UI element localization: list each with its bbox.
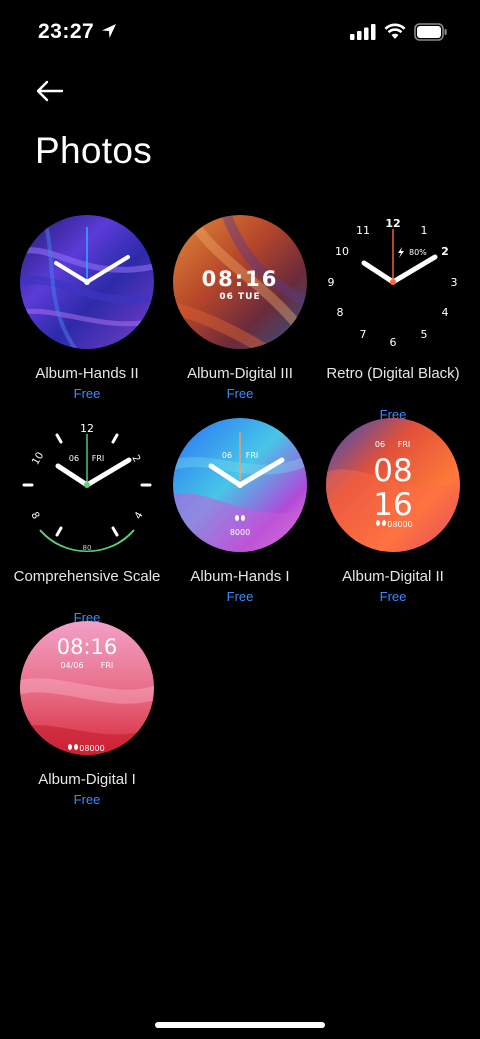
numeral-6: 6	[390, 336, 397, 349]
watch-face-price: Free	[226, 386, 254, 401]
numeral-11: 11	[356, 224, 370, 237]
date-day: 06	[375, 440, 385, 449]
location-arrow-icon	[102, 24, 116, 38]
battery-level: 80%	[409, 248, 427, 257]
numeral-1: 1	[421, 224, 428, 237]
digital-minute: 16	[373, 487, 412, 523]
watch-face-name: Comprehensive Scale	[13, 568, 161, 585]
numeral-9: 9	[328, 276, 335, 289]
steps-count: 8000	[230, 528, 250, 537]
watch-face-price: Free	[226, 589, 254, 604]
digital-hour: 08	[373, 453, 412, 489]
steps-count: 08000	[79, 744, 104, 753]
date-day: 06	[69, 454, 79, 463]
watch-face-name: Album-Digital II	[342, 568, 444, 585]
watch-face-preview: 06 FRI 08 16 08000	[326, 418, 460, 552]
watch-face-preview	[20, 215, 154, 349]
battery-level: 80	[83, 544, 92, 552]
digital-time: 08:16	[57, 635, 118, 659]
numeral-12: 12	[80, 422, 94, 435]
numeral-2: 2	[441, 245, 449, 258]
watch-face-preview: 06 FRI 8000	[173, 418, 307, 552]
watch-face-price: Free	[73, 792, 101, 807]
watch-face-name: Retro (Digital Black)	[326, 365, 460, 382]
watch-face-photos-screen: 23:27 Photos Album-Hands II Free 08:16 0…	[0, 0, 480, 1039]
numeral-12: 12	[385, 217, 400, 230]
numeral-3: 3	[451, 276, 458, 289]
numeral-4: 4	[442, 306, 449, 319]
watch-face-name: Album-Hands I	[190, 568, 290, 585]
wifi-icon	[384, 23, 406, 39]
numeral-10: 10	[335, 245, 349, 258]
watch-face-preview: 12 2 4 8 10 06 FRI 80	[20, 418, 154, 552]
watch-face-price: Free	[379, 589, 407, 604]
date-day: 06	[222, 451, 232, 460]
watch-face-price: Free	[73, 386, 101, 401]
date-weekday: FRI	[92, 454, 105, 463]
date-weekday: FRI	[246, 451, 259, 460]
watch-face-preview: 08:16 04/06 FRI 08000	[20, 621, 154, 755]
home-indicator[interactable]	[155, 1022, 325, 1028]
digital-date: 04/06	[60, 661, 83, 670]
watch-face-preview: 08:16 06 TUE	[173, 215, 307, 349]
numeral-7: 7	[360, 328, 367, 341]
numeral-5: 5	[421, 328, 428, 341]
arrow-left-icon	[36, 80, 64, 102]
digital-date: 06 TUE	[219, 292, 260, 302]
battery-icon	[414, 23, 447, 41]
status-bar: 23:27	[0, 0, 480, 62]
cellular-signal-icon	[350, 24, 376, 40]
digital-weekday: FRI	[101, 661, 114, 670]
page-title: Photos	[35, 130, 152, 171]
date-weekday: FRI	[398, 440, 411, 449]
back-button[interactable]	[32, 76, 68, 106]
watch-face-name: Album-Digital I	[38, 771, 136, 788]
watch-face-preview: 12 1 2 3 4 5 6 7 8 9 10 11 80%	[326, 215, 460, 349]
numeral-8: 8	[337, 306, 344, 319]
status-time: 23:27	[38, 20, 95, 43]
watch-face-name: Album-Digital III	[187, 365, 293, 382]
steps-count: 08000	[387, 520, 412, 529]
watch-face-name: Album-Hands II	[35, 365, 139, 382]
digital-time: 08:16	[202, 267, 279, 291]
